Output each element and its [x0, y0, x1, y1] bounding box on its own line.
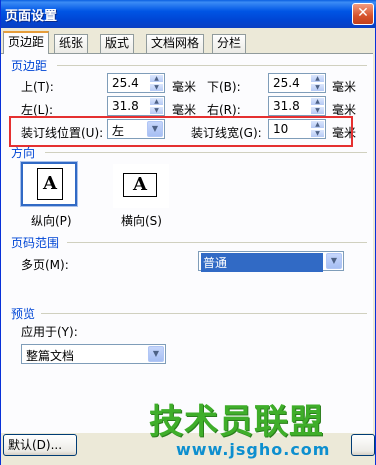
gutter-position-value: 左 — [112, 124, 125, 138]
portrait-option[interactable]: A — [20, 161, 78, 207]
gutter-spinner[interactable]: 10 ▲ ▼ — [268, 119, 326, 139]
partial-button[interactable] — [351, 434, 375, 456]
margins-section-title: 页边距 — [11, 59, 48, 73]
apply-to-label: 应用于(Y): — [21, 325, 78, 339]
spin-down-icon[interactable]: ▼ — [310, 106, 325, 115]
preview-section-title: 预览 — [11, 307, 36, 321]
gutter-label: 装订线宽(G): — [191, 126, 262, 140]
tab-document-grid[interactable]: 文档网格 — [146, 34, 205, 53]
left-margin-label: 左(L): — [21, 103, 54, 117]
tab-layout[interactable]: 版式 — [100, 34, 135, 53]
tab-margins-label: 页边距 — [8, 35, 45, 49]
default-button-label: 默认(D)... — [8, 438, 63, 452]
orientation-section-title: 方向 — [11, 146, 36, 160]
tab-columns[interactable]: 分栏 — [212, 34, 247, 53]
gutter-position-select[interactable]: 左 ▼ — [107, 119, 165, 139]
multiple-pages-select[interactable]: 普通 ▼ — [198, 251, 344, 272]
spin-up-icon[interactable]: ▲ — [149, 97, 164, 106]
default-button[interactable]: 默认(D)... — [3, 434, 77, 456]
orientation-divider — [45, 152, 367, 153]
tab-paper[interactable]: 纸张 — [54, 34, 89, 53]
chevron-down-icon[interactable]: ▼ — [147, 121, 163, 137]
right-margin-spinner[interactable]: 31.8 ▲ ▼ — [268, 96, 326, 116]
margins-divider — [57, 65, 367, 66]
top-margin-label: 上(T): — [21, 80, 54, 94]
multiple-pages-label: 多页(M): — [21, 258, 69, 272]
tab-document-grid-label: 文档网格 — [151, 36, 200, 50]
close-icon[interactable]: ✕ — [352, 3, 374, 25]
landscape-page-icon: A — [123, 173, 157, 197]
right-margin-label: 右(R): — [207, 103, 241, 117]
spin-up-icon[interactable]: ▲ — [149, 74, 164, 83]
portrait-page-icon: A — [37, 168, 63, 200]
apply-to-select[interactable]: 整篇文档 ▼ — [21, 344, 166, 364]
apply-to-value: 整篇文档 — [26, 349, 75, 363]
left-margin-spinner[interactable]: 31.8 ▲ ▼ — [107, 96, 165, 116]
spin-up-icon[interactable]: ▲ — [310, 120, 325, 129]
dialog-title: 页面设置 — [5, 9, 58, 24]
watermark-url: www.jsgho.com — [176, 440, 331, 459]
bottom-margin-spinner[interactable]: 25.4 ▲ ▼ — [268, 73, 326, 93]
bottom-margin-label: 下(B): — [207, 80, 241, 94]
chevron-down-icon[interactable]: ▼ — [326, 253, 342, 269]
landscape-label: 横向(S) — [121, 214, 162, 228]
right-margin-value: 31.8 — [273, 99, 300, 113]
left-margin-value: 31.8 — [112, 99, 139, 113]
tab-margins[interactable]: 页边距 — [3, 31, 50, 54]
preview-divider — [41, 313, 367, 314]
multiple-pages-value: 普通 — [201, 253, 323, 272]
chevron-down-icon[interactable]: ▼ — [148, 346, 164, 362]
top-margin-value: 25.4 — [112, 76, 139, 90]
right-margin-unit: 毫米 — [332, 103, 357, 117]
gutter-value: 10 — [273, 122, 289, 136]
watermark-brand: 技术员联盟 — [149, 402, 324, 442]
spin-down-icon[interactable]: ▼ — [310, 83, 325, 92]
spin-up-icon[interactable]: ▲ — [310, 97, 325, 106]
gutter-position-label: 装订线位置(U): — [21, 126, 104, 140]
bottom-margin-value: 25.4 — [273, 76, 300, 90]
pages-divider — [67, 242, 367, 243]
tab-layout-label: 版式 — [105, 36, 130, 50]
tab-paper-label: 纸张 — [59, 36, 84, 50]
spin-up-icon[interactable]: ▲ — [310, 74, 325, 83]
gutter-unit: 毫米 — [332, 126, 357, 140]
top-margin-spinner[interactable]: 25.4 ▲ ▼ — [107, 73, 165, 93]
spin-down-icon[interactable]: ▼ — [149, 83, 164, 92]
portrait-label: 纵向(P) — [31, 214, 72, 228]
left-margin-unit: 毫米 — [172, 103, 197, 117]
title-bar: 页面设置 ✕ — [1, 0, 376, 28]
landscape-option[interactable]: A — [113, 164, 169, 208]
spin-down-icon[interactable]: ▼ — [310, 129, 325, 138]
tab-columns-label: 分栏 — [217, 36, 242, 50]
page-setup-dialog: 页面设置 ✕ 页边距 纸张 版式 文档网格 分栏 页边距 上(T): 25.4 … — [0, 0, 376, 465]
bottom-margin-unit: 毫米 — [332, 80, 357, 94]
top-margin-unit: 毫米 — [172, 80, 197, 94]
pages-section-title: 页码范围 — [11, 236, 60, 250]
spin-down-icon[interactable]: ▼ — [149, 106, 164, 115]
